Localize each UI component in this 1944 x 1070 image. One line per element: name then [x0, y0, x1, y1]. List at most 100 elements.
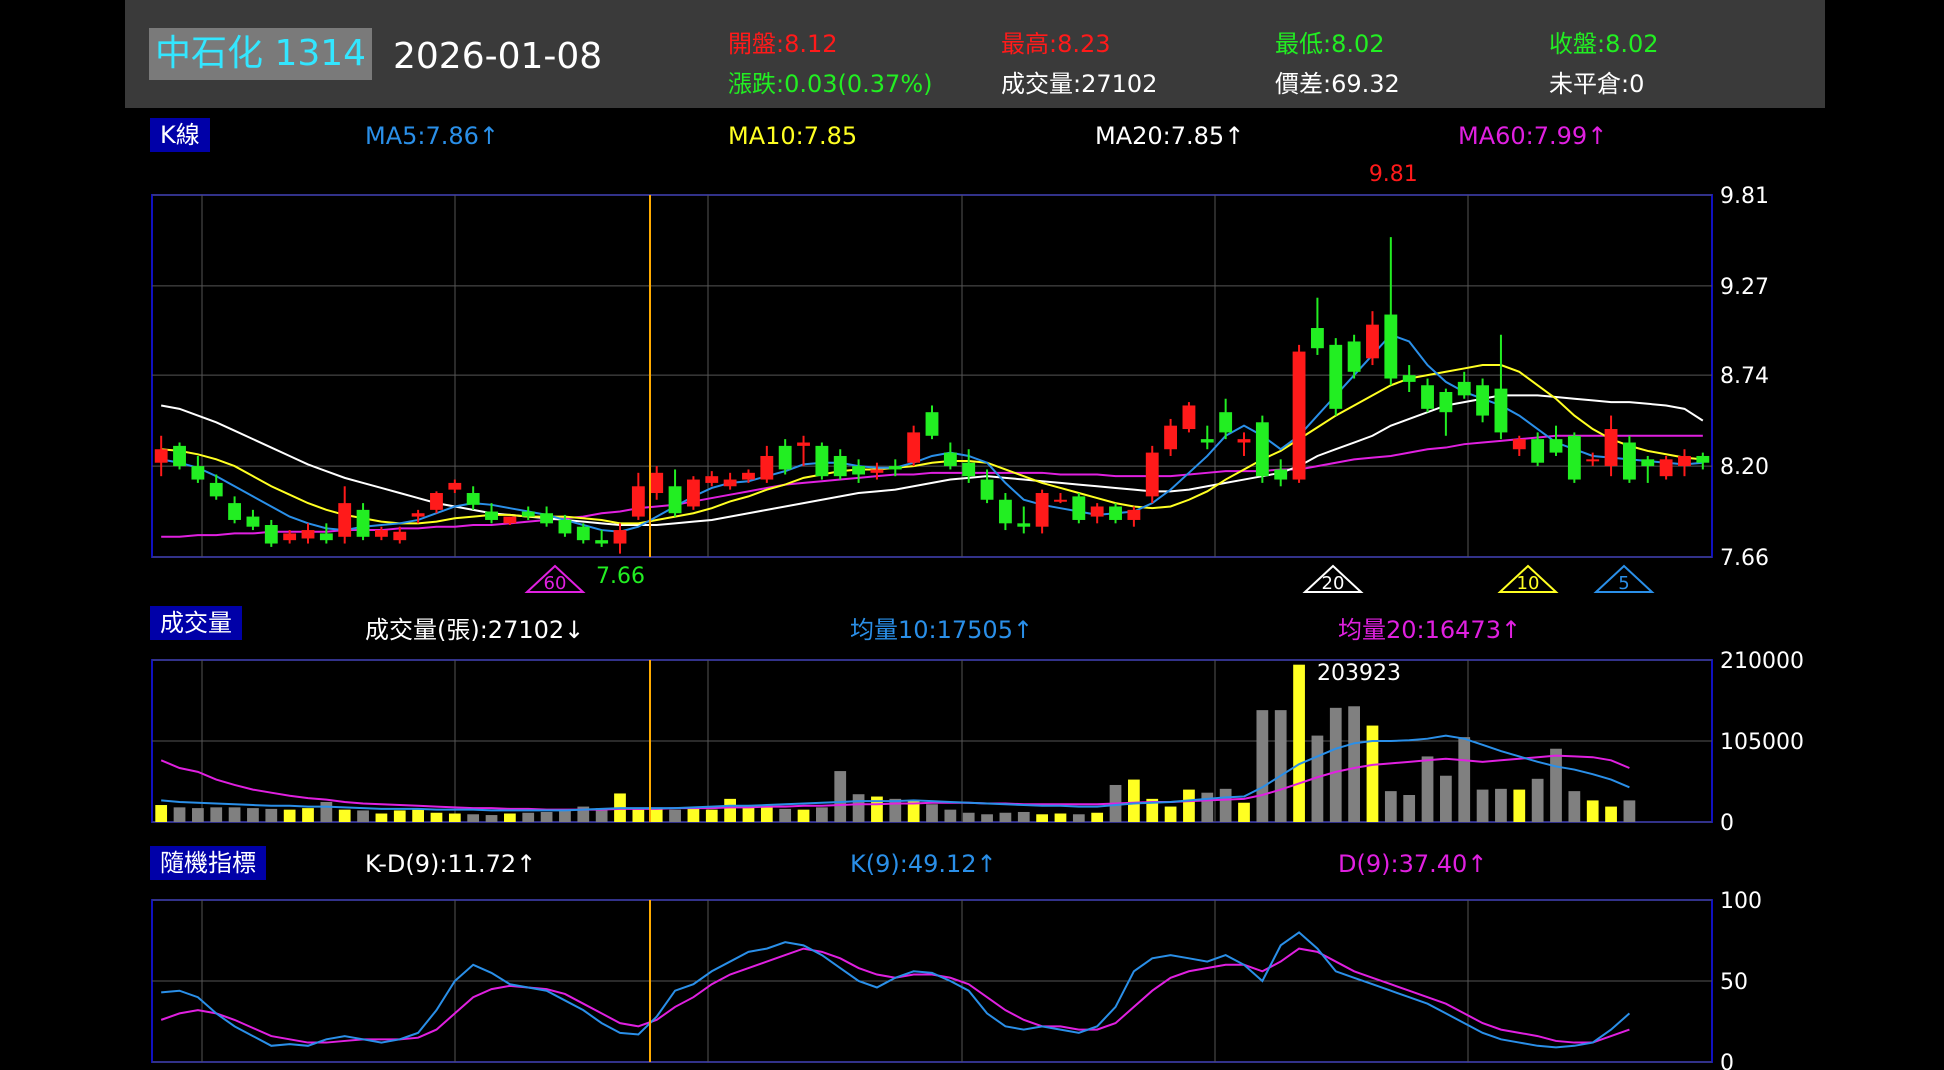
max-price-label: 9.81 — [1369, 162, 1418, 187]
volume-bar — [889, 798, 902, 822]
candle-body — [1476, 385, 1490, 416]
candle-body — [1531, 439, 1545, 463]
candle-body — [209, 482, 223, 497]
candle-body — [1567, 435, 1581, 480]
volume-bar — [1458, 737, 1471, 822]
candle-body — [154, 449, 168, 463]
volume-bar — [1329, 707, 1342, 822]
volume-bar — [430, 812, 443, 822]
volume-bar — [760, 805, 773, 822]
candle-body — [1109, 506, 1122, 520]
volume-bar — [467, 814, 480, 822]
candle-body — [1347, 341, 1361, 372]
volume-bar — [1072, 814, 1085, 822]
candle-body — [723, 479, 737, 487]
candle-body — [1255, 422, 1269, 477]
volume-bar — [522, 812, 535, 822]
candle-body — [1127, 509, 1141, 520]
volume-bar — [1605, 806, 1617, 822]
candle-body — [1035, 493, 1049, 527]
volume-bar — [559, 809, 571, 822]
candle-body — [1402, 375, 1416, 382]
candle-body — [374, 530, 388, 537]
candle-body — [595, 540, 609, 544]
candle-body — [962, 462, 976, 477]
candle-body — [907, 432, 921, 463]
candle-body — [815, 445, 829, 477]
candle-body — [1164, 425, 1178, 450]
candle-body — [650, 472, 664, 494]
volume-bar — [834, 771, 847, 822]
candle-body — [1274, 469, 1288, 480]
volume-bar — [1164, 806, 1177, 822]
candle-body — [1696, 455, 1710, 463]
stock-chart[interactable]: 9.81 9.27 8.74 8.20 7.66 9.81 7.66 60 20 10 5 21000… — [0, 0, 1944, 1070]
volume-bar — [1274, 710, 1287, 822]
candle-body — [833, 455, 847, 477]
ma-cross-marker-label-60: 60 — [544, 573, 567, 594]
volume-bar — [283, 809, 296, 822]
volume-bar — [632, 809, 645, 822]
candle-body — [888, 466, 902, 470]
candle-body — [1384, 314, 1398, 379]
kline-tick-0: 9.81 — [1720, 184, 1769, 209]
candle-body — [1329, 344, 1343, 409]
candle-body — [1604, 429, 1618, 467]
volume-bar — [1440, 775, 1452, 822]
volume-bar — [192, 808, 204, 822]
volume-bar — [338, 809, 351, 822]
candle-body — [980, 479, 994, 500]
volume-bar — [962, 812, 975, 822]
volume-bar — [1054, 813, 1067, 822]
max-volume-label: 203923 — [1317, 661, 1401, 686]
candle-body — [1310, 328, 1324, 349]
volume-bar — [1550, 748, 1562, 822]
candle-body — [1366, 324, 1379, 359]
candle-body — [852, 466, 866, 475]
candle-body — [540, 513, 554, 524]
volume-bar — [173, 807, 186, 822]
candle-body — [742, 472, 755, 480]
candle-body — [1017, 523, 1031, 527]
candle-body — [925, 412, 939, 436]
candle-body — [1439, 391, 1453, 413]
candle-body — [1678, 455, 1691, 467]
volume-bar — [1036, 814, 1048, 822]
kd-tick-1: 50 — [1720, 970, 1748, 995]
volume-tick-0: 210000 — [1720, 649, 1804, 674]
candle-body — [1182, 405, 1196, 430]
volume-bar — [1476, 789, 1489, 822]
volume-bar — [1183, 789, 1195, 822]
volume-bar — [393, 810, 406, 822]
volume-bar — [485, 815, 498, 822]
candle-body — [1586, 459, 1600, 462]
volume-bar — [1531, 778, 1544, 822]
volume-bar — [926, 804, 938, 822]
candle-body — [466, 493, 480, 505]
volume-bar — [504, 813, 516, 822]
candle-body — [503, 516, 517, 524]
ma-cross-marker-label-20: 20 — [1322, 573, 1345, 594]
volume-bar — [357, 810, 369, 822]
volume-bar — [412, 809, 424, 822]
volume-bar — [944, 809, 957, 822]
candle-body — [356, 509, 370, 537]
candle-body — [686, 479, 700, 507]
kline-tick-1: 9.27 — [1720, 275, 1769, 300]
candle-body — [1457, 381, 1471, 396]
candle-body — [797, 442, 810, 446]
candle-body — [943, 452, 957, 467]
volume-bar — [669, 809, 681, 822]
volume-bar — [797, 809, 810, 822]
volume-tick-1: 105000 — [1720, 730, 1804, 755]
volume-bar — [155, 805, 168, 822]
candle-body — [1200, 439, 1214, 443]
kline-frame — [151, 194, 1713, 558]
volume-tick-2: 0 — [1720, 811, 1734, 836]
candle-body — [1549, 439, 1563, 453]
volume-bar — [1384, 791, 1397, 822]
volume-bar — [302, 808, 314, 822]
ma-cross-marker-label-5: 5 — [1618, 573, 1629, 594]
candle-body — [760, 455, 774, 480]
candle-body — [1659, 459, 1673, 477]
